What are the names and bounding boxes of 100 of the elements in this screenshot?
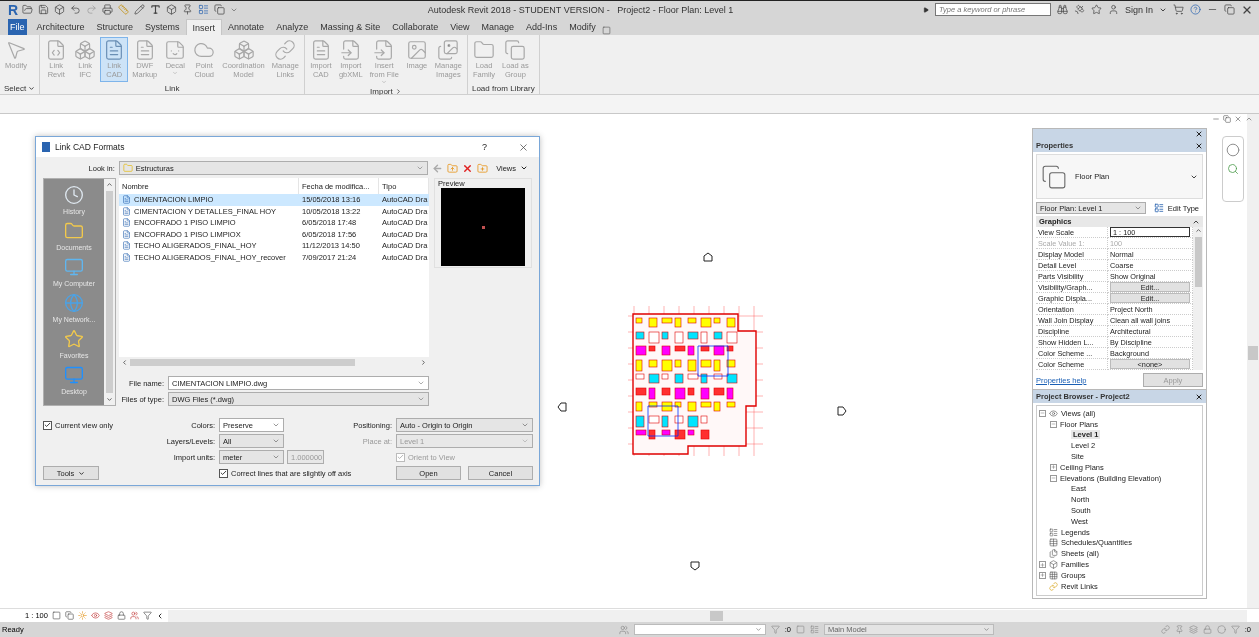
- scrollbar-thumb[interactable]: [1194, 237, 1202, 287]
- monitor-icon: [64, 257, 84, 277]
- expand-icon[interactable]: [922, 6, 929, 13]
- family-icon: [1049, 560, 1058, 570]
- text-icon[interactable]: [150, 4, 162, 15]
- scroll-down-icon[interactable]: [106, 396, 113, 403]
- link-select-icon[interactable]: [1160, 625, 1170, 634]
- image-icon: [405, 39, 428, 61]
- cube-icon[interactable]: [166, 4, 178, 15]
- workset-dropdown[interactable]: [633, 624, 766, 635]
- caret-icon: [28, 84, 36, 92]
- elevation-marker-icon[interactable]: [703, 252, 713, 262]
- window-title: Autodesk Revit 2018 - STUDENT VERSION - Project2 - Floor Plan: Level 1: [426, 4, 735, 15]
- expand-toggle[interactable]: [1039, 571, 1046, 579]
- chevron-up-icon: [1194, 227, 1202, 234]
- collapse-toggle[interactable]: [1050, 474, 1057, 482]
- scrollbar-thumb[interactable]: [130, 359, 355, 366]
- launcher-icon: [394, 88, 402, 95]
- ribbon-tab[interactable]: Collaborate: [386, 19, 445, 35]
- satellite-icon[interactable]: [1073, 4, 1085, 15]
- delete-icon[interactable]: [462, 162, 474, 174]
- new-folder-icon[interactable]: [477, 162, 489, 174]
- sheets-icon: [1049, 549, 1058, 559]
- link-icon: [1049, 581, 1058, 591]
- elevation-marker-icon[interactable]: [690, 561, 700, 571]
- drawing-file-icon: [122, 218, 131, 228]
- ribbon-tab[interactable]: Analyze: [270, 19, 315, 35]
- app-logo: R: [8, 2, 19, 17]
- print-icon[interactable]: [102, 4, 114, 15]
- checkbox[interactable]: [219, 468, 228, 478]
- restore-icon[interactable]: [1224, 4, 1235, 15]
- save-icon[interactable]: [38, 4, 50, 15]
- elevation-marker-icon[interactable]: [557, 402, 567, 412]
- ribbon-tab[interactable]: Annotate: [222, 19, 271, 35]
- filter-icon[interactable]: [1230, 625, 1240, 634]
- scroll-right-icon[interactable]: [420, 359, 427, 366]
- list-icon[interactable]: [198, 4, 210, 15]
- scroll-up-icon[interactable]: [106, 181, 113, 188]
- ruler-icon[interactable]: [118, 4, 130, 15]
- list-icon: [1153, 203, 1164, 213]
- ribbon-tab[interactable]: View: [444, 19, 476, 35]
- options-icon: [809, 625, 819, 634]
- lock-icon[interactable]: [116, 611, 126, 620]
- help-icon[interactable]: [1190, 4, 1201, 15]
- sign-in-link[interactable]: Sign In: [1124, 4, 1153, 15]
- restore-icon[interactable]: [1223, 115, 1231, 123]
- minimize-icon[interactable]: [1212, 115, 1220, 123]
- ribbon-tab[interactable]: Modify: [563, 19, 602, 35]
- elevation-marker-icon[interactable]: [837, 406, 847, 416]
- pin-icon[interactable]: [1174, 625, 1184, 634]
- binoculars-icon[interactable]: [1056, 4, 1068, 15]
- scrollbar-thumb[interactable]: [1248, 346, 1258, 360]
- ribbon-tab[interactable]: Structure: [90, 19, 140, 35]
- ribbon-tab[interactable]: Massing & Site: [314, 19, 387, 35]
- ribbon-tab[interactable]: Manage: [475, 19, 521, 35]
- collapse-toggle[interactable]: [1039, 409, 1046, 417]
- close-icon[interactable]: [1195, 141, 1203, 150]
- editable-filter-icon: [770, 625, 780, 634]
- panel-toggle-icon[interactable]: [601, 26, 611, 35]
- expand-toggle[interactable]: [1039, 561, 1046, 569]
- drawing-file-icon: [122, 252, 131, 262]
- cube-icon[interactable]: [54, 4, 66, 15]
- chevron-down-icon: [416, 164, 425, 172]
- star-icon[interactable]: [1090, 4, 1102, 15]
- clock-icon: [64, 185, 84, 205]
- cubes-icon: [232, 39, 255, 61]
- plus-icon: [1040, 572, 1045, 579]
- underlay-icon[interactable]: [1188, 625, 1198, 634]
- lock-icon[interactable]: [1202, 625, 1212, 634]
- pin-icon[interactable]: [182, 4, 194, 15]
- cart-icon[interactable]: [1173, 4, 1184, 15]
- panel-title: Select: [4, 83, 27, 93]
- user-icon[interactable]: [1107, 4, 1119, 15]
- folder-icon: [473, 39, 495, 61]
- folder-up-icon[interactable]: [447, 162, 459, 174]
- ribbon-tab[interactable]: Architecture: [30, 19, 91, 35]
- scrollbar-thumb[interactable]: [106, 191, 113, 393]
- collapse-toggle[interactable]: [1050, 420, 1057, 428]
- undo-icon[interactable]: [70, 4, 82, 15]
- ribbon-tab[interactable]: Insert: [185, 19, 223, 35]
- drawing-file-icon: [122, 241, 131, 251]
- file-menu-tab[interactable]: File: [8, 19, 27, 35]
- panel-title: Link: [164, 83, 180, 93]
- pencil-icon[interactable]: [134, 4, 146, 15]
- windows-icon[interactable]: [214, 4, 226, 15]
- help-button[interactable]: ?: [482, 142, 487, 152]
- open-icon[interactable]: [22, 4, 34, 15]
- redo-icon[interactable]: [86, 4, 98, 15]
- back-icon[interactable]: [432, 162, 444, 174]
- ribbon-tab[interactable]: Systems: [139, 19, 186, 35]
- group-icon: [1049, 570, 1058, 580]
- zoom-icon[interactable]: [1227, 163, 1239, 175]
- close-icon[interactable]: [1195, 392, 1203, 401]
- scrollbar-thumb[interactable]: [709, 610, 723, 621]
- close-icon[interactable]: [1195, 130, 1203, 138]
- checkbox[interactable]: [43, 420, 52, 430]
- drawing-file-icon: [122, 195, 131, 205]
- expand-toggle[interactable]: [1050, 463, 1057, 471]
- sun-icon[interactable]: [77, 611, 87, 620]
- ribbon-tab[interactable]: Add-Ins: [520, 19, 564, 35]
